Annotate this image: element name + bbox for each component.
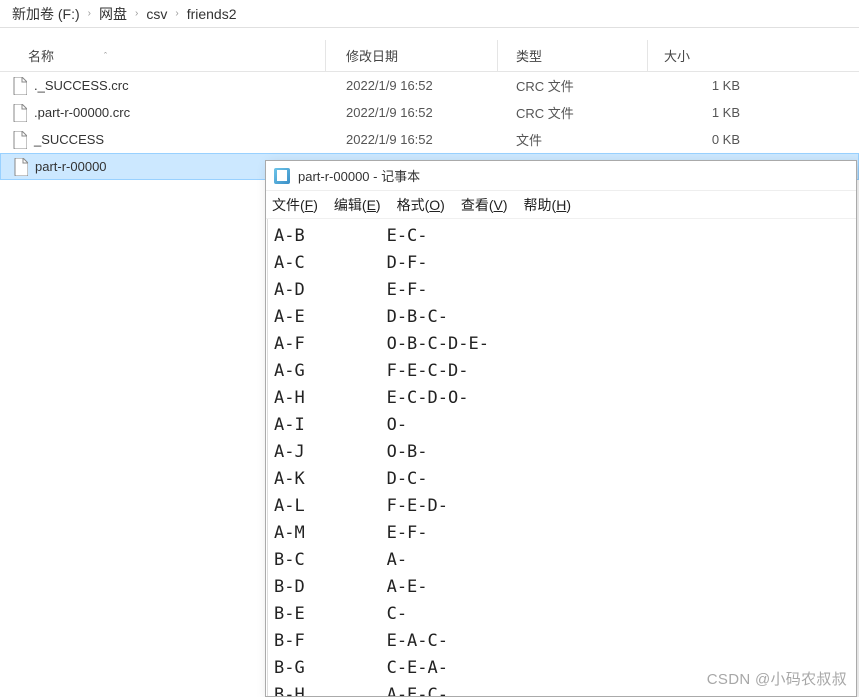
breadcrumb-item[interactable]: 新加卷 (F:) (12, 4, 80, 24)
sort-arrow-icon: ˆ (104, 51, 107, 61)
notepad-titlebar[interactable]: part-r-00000 - 记事本 (266, 161, 856, 191)
file-icon (13, 158, 29, 176)
file-size-cell: 1 KB (648, 105, 758, 120)
file-type-cell: CRC 文件 (498, 76, 648, 95)
file-icon (12, 77, 28, 95)
column-name[interactable]: 名称 ˆ (6, 40, 326, 71)
file-row[interactable]: ._SUCCESS.crc 2022/1/9 16:52CRC 文件1 KB (0, 72, 859, 99)
file-name-cell: ._SUCCESS.crc (6, 77, 326, 95)
file-name-cell: .part-r-00000.crc (6, 104, 326, 122)
file-name-cell: _SUCCESS (6, 131, 326, 149)
file-date-cell: 2022/1/9 16:52 (326, 105, 498, 120)
chevron-right-icon: › (88, 8, 91, 19)
notepad-title-text: part-r-00000 - 记事本 (298, 166, 420, 185)
file-type-cell: 文件 (498, 130, 648, 149)
file-name-text: _SUCCESS (34, 132, 104, 147)
menu-file[interactable]: 文件(F) (272, 195, 318, 215)
breadcrumb-item[interactable]: 网盘 (99, 4, 127, 24)
file-date-cell: 2022/1/9 16:52 (326, 132, 498, 147)
file-name-text: .part-r-00000.crc (34, 105, 130, 120)
column-date[interactable]: 修改日期 (326, 40, 498, 71)
file-icon (12, 131, 28, 149)
file-size-cell: 1 KB (648, 78, 758, 93)
file-name-text: part-r-00000 (35, 159, 107, 174)
column-size[interactable]: 大小 (648, 40, 758, 71)
menu-format[interactable]: 格式(O) (397, 195, 445, 215)
chevron-right-icon: › (135, 8, 138, 19)
file-date-cell: 2022/1/9 16:52 (326, 78, 498, 93)
column-type[interactable]: 类型 (498, 40, 648, 71)
file-type-cell: CRC 文件 (498, 103, 648, 122)
breadcrumb[interactable]: 新加卷 (F:) › 网盘 › csv › friends2 (0, 0, 859, 28)
breadcrumb-item[interactable]: friends2 (187, 6, 237, 22)
file-name-text: ._SUCCESS.crc (34, 78, 129, 93)
breadcrumb-item[interactable]: csv (146, 6, 167, 22)
notepad-window: part-r-00000 - 记事本 文件(F) 编辑(E) 格式(O) 查看(… (265, 160, 857, 697)
column-headers: 名称 ˆ 修改日期 类型 大小 (0, 40, 859, 72)
watermark: CSDN @小码农叔叔 (707, 668, 847, 689)
notepad-content[interactable]: A-B E-C- A-C D-F- A-D E-F- A-E D-B-C- A-… (267, 219, 856, 696)
file-icon (12, 104, 28, 122)
notepad-icon (274, 168, 290, 184)
file-row[interactable]: _SUCCESS 2022/1/9 16:52文件0 KB (0, 126, 859, 153)
column-name-label: 名称 (28, 46, 54, 65)
file-size-cell: 0 KB (648, 132, 758, 147)
file-row[interactable]: .part-r-00000.crc 2022/1/9 16:52CRC 文件1 K… (0, 99, 859, 126)
menu-view[interactable]: 查看(V) (461, 195, 508, 215)
menu-help[interactable]: 帮助(H) (524, 195, 571, 215)
menu-edit[interactable]: 编辑(E) (334, 195, 381, 215)
chevron-right-icon: › (175, 8, 178, 19)
notepad-menubar: 文件(F) 编辑(E) 格式(O) 查看(V) 帮助(H) (266, 191, 856, 219)
